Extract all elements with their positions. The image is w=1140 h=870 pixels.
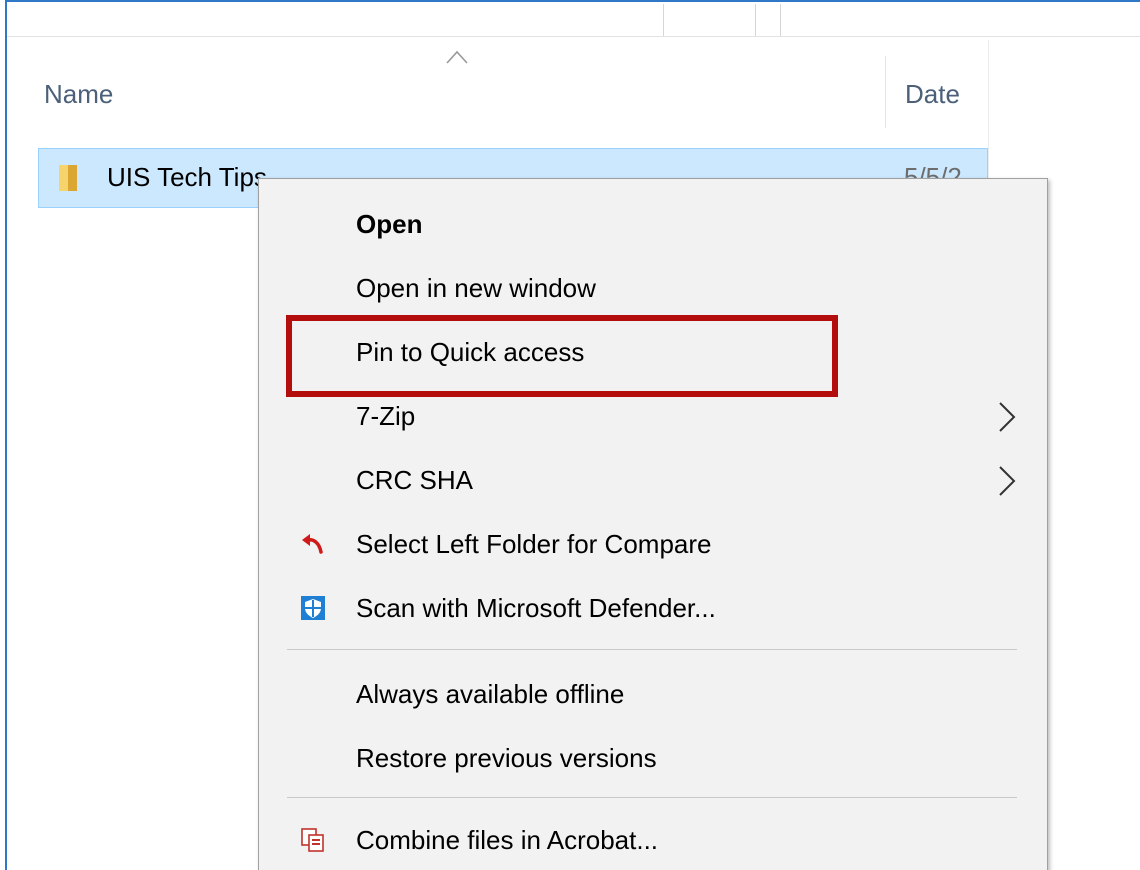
window-left-border — [5, 0, 7, 870]
toolbar-separator — [755, 4, 756, 36]
menu-item-label: CRC SHA — [356, 465, 474, 495]
column-header-name[interactable]: Name — [44, 72, 113, 116]
menu-item-always-available-offline[interactable]: Always available offline — [259, 663, 1047, 725]
menu-item-label: Select Left Folder for Compare — [356, 529, 712, 559]
menu-item-label: Combine files in Acrobat... — [356, 825, 659, 855]
chevron-right-icon — [999, 402, 1016, 432]
toolbar-separator — [663, 4, 664, 36]
annotation-highlight-box — [286, 315, 838, 397]
menu-item-label: Always available offline — [356, 679, 625, 709]
menu-item-scan-defender[interactable]: Scan with Microsoft Defender... — [259, 577, 1047, 639]
menu-item-restore-previous-versions[interactable]: Restore previous versions — [259, 727, 1047, 789]
menu-item-select-left-folder-compare[interactable]: Select Left Folder for Compare — [259, 513, 1047, 575]
sort-ascending-icon — [446, 50, 468, 64]
compare-arrow-icon — [302, 534, 323, 554]
toolbar-separator — [780, 4, 781, 36]
menu-item-label: Open — [356, 209, 423, 239]
menu-separator — [287, 649, 1017, 650]
menu-item-combine-acrobat[interactable]: Combine files in Acrobat... — [259, 809, 1047, 870]
menu-item-crc-sha[interactable]: CRC SHA — [259, 449, 1047, 511]
screenshot-stage: Name Date UIS Tech Tips 5/5/2 Open Open … — [0, 0, 1140, 870]
menu-item-label: Open in new window — [356, 273, 596, 303]
defender-shield-icon — [301, 596, 325, 620]
toolbar-strip — [7, 2, 1140, 37]
file-row-name[interactable]: UIS Tech Tips — [107, 160, 267, 194]
acrobat-combine-icon — [301, 828, 324, 852]
context-menu: Open Open in new window Pin to Quick acc… — [258, 178, 1048, 870]
column-divider[interactable] — [885, 56, 886, 128]
menu-item-open-new-window[interactable]: Open in new window — [259, 257, 1047, 319]
menu-item-label: Restore previous versions — [356, 743, 657, 773]
menu-item-label: Scan with Microsoft Defender... — [356, 593, 716, 623]
chevron-right-icon — [999, 466, 1016, 496]
menu-separator — [287, 797, 1017, 798]
column-header-date[interactable]: Date — [905, 72, 960, 116]
folder-icon — [59, 165, 77, 191]
menu-item-open[interactable]: Open — [259, 193, 1047, 255]
